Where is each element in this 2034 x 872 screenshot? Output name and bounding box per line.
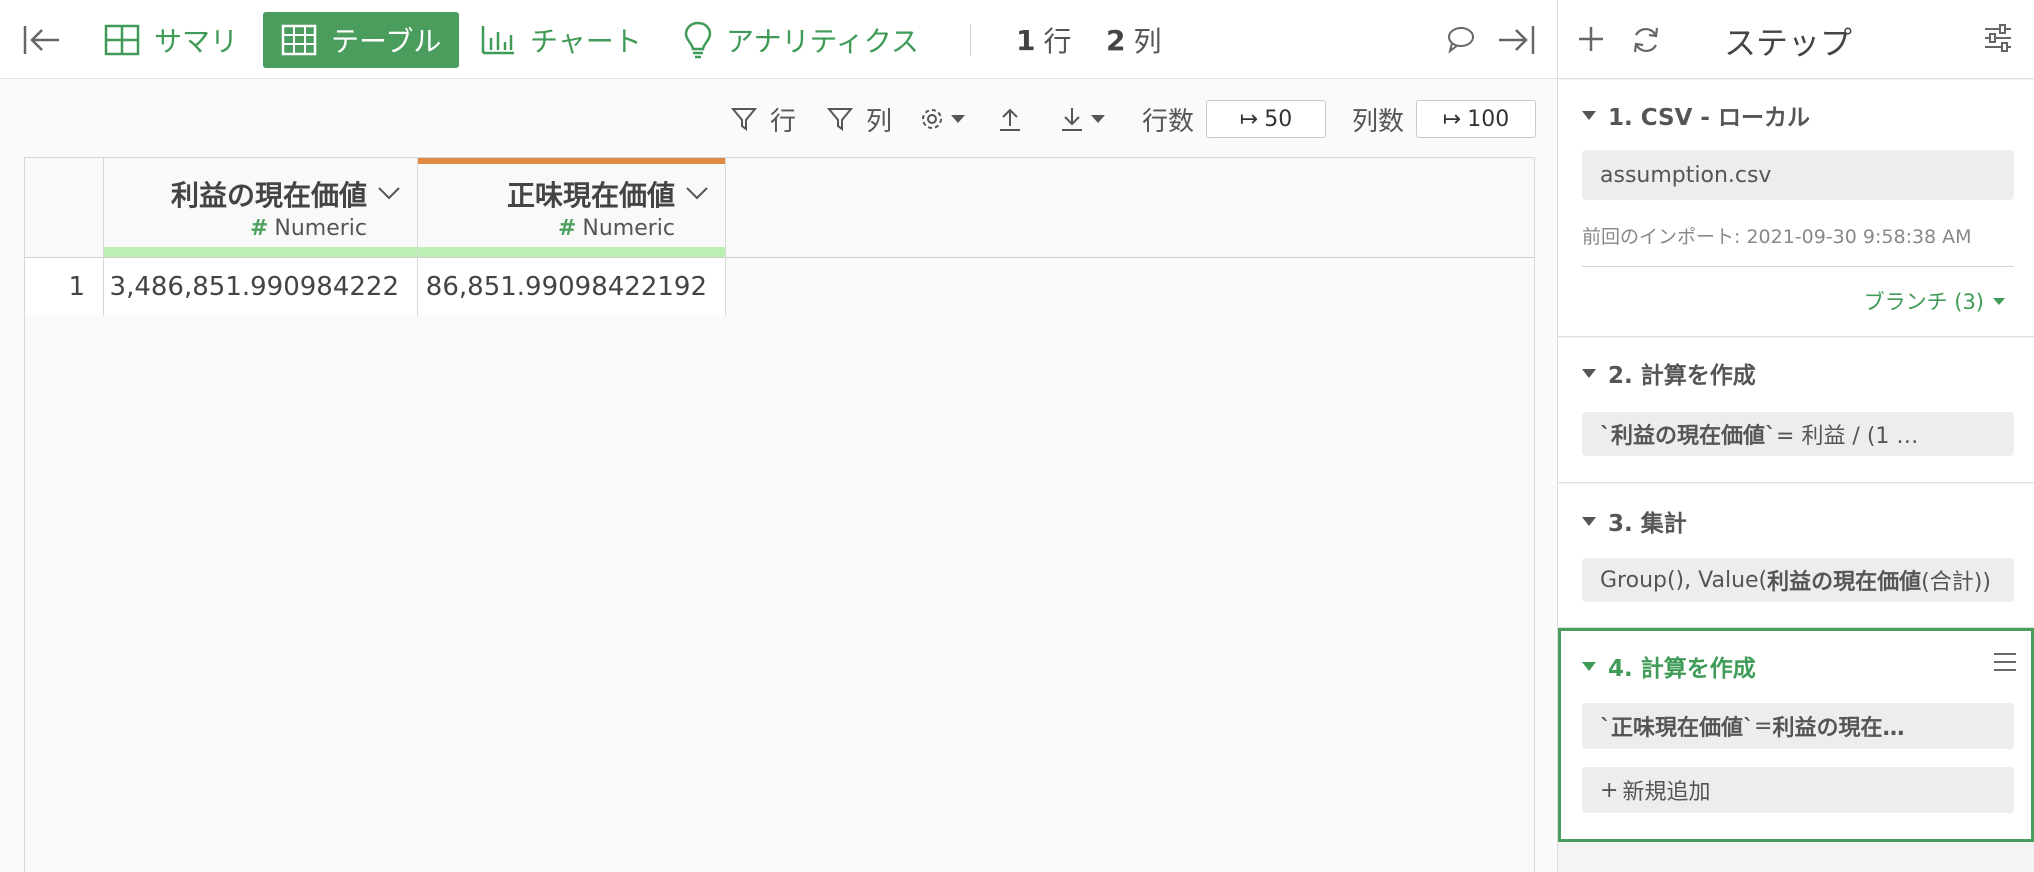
caret-down-icon [1091,115,1105,123]
column-name: 利益の現在価値 [170,179,367,212]
tab-summary-label: サマリ [154,25,239,58]
upload-icon [1000,108,1020,131]
column-name: 正味現在価値 [506,179,675,212]
data-table: 利益の現在価値 # Numeric 正味現在価値 # Numeric 1 3,486… [24,157,1535,872]
chevron-down-icon[interactable] [377,186,401,200]
top-toolbar: サマリ テーブル チャート アナリティクス 1行 2列 [0,0,1557,79]
rows-label: 行数 [1142,106,1195,137]
sliders-icon[interactable] [1982,22,2014,58]
add-new-button[interactable]: + 新規追加 [1582,767,2014,813]
range-arrow-icon: ↦ [1239,106,1259,132]
plus-icon[interactable] [1576,24,1606,58]
column-type: # Numeric [249,216,367,241]
numeric-hash-icon: # [557,216,577,241]
tab-chart-label: チャート [530,25,642,58]
hamburger-menu-icon[interactable] [1993,651,2017,677]
upload-button[interactable] [996,94,1024,144]
collapse-triangle-icon [1582,516,1596,526]
table-cell[interactable]: 3,486,851.990984222 [104,258,418,316]
summary-grid-icon [104,24,140,56]
table-cell[interactable]: 86,851.99098422192 [418,258,726,316]
branch-dropdown[interactable]: ブランチ (3) [1864,286,2006,316]
gear-icon [922,109,942,129]
aggregate-expression[interactable]: Group(), Value(利益の現在価値 (合計)) [1582,558,2014,602]
collapse-left-icon[interactable] [22,22,62,62]
step-aggregate[interactable]: 3. 集計 Group(), Value(利益の現在価値 (合計)) [1558,484,2034,628]
main-area: サマリ テーブル チャート アナリティクス 1行 2列 行 列 行数 ↦ 50 … [0,0,1557,872]
collapse-triangle-icon [1582,368,1596,378]
collapse-right-icon[interactable] [1496,22,1536,62]
row-index: 1 [25,258,104,316]
tab-table[interactable]: テーブル [263,12,460,68]
tab-summary[interactable]: サマリ [104,12,238,68]
plus-icon: + [1600,777,1619,803]
columns-label: 列数 [1352,106,1405,137]
chevron-down-icon[interactable] [685,186,709,200]
step-divider-line [1582,266,2014,267]
columns-limit-input[interactable]: ↦ 100 [1416,100,1536,138]
step-create-calculation-active[interactable]: 4. 計算を作成 `正味現在価値` = 利益の現在… + 新規追加 [1558,628,2034,842]
column-quality-bar [418,247,725,257]
lightbulb-icon [684,21,712,59]
step-title[interactable]: 2. 計算を作成 [1582,356,1756,390]
filter-column-button[interactable]: 列 [826,94,892,144]
filter-icon [826,108,854,131]
steps-title: ステップ [1724,24,1853,62]
filter-icon [730,108,758,131]
table-icon [281,24,317,56]
last-import-time: 前回のインポート: 2021-09-30 9:58:38 AM [1582,226,1972,248]
step-csv-local[interactable]: 1. CSV - ローカル assumption.csv 前回のインポート: 2… [1558,80,2034,337]
tab-analytics[interactable]: アナリティクス [684,12,919,68]
download-icon [1062,108,1082,131]
toolbar-separator [970,24,971,56]
refresh-icon[interactable] [1630,24,1662,60]
step-title[interactable]: 3. 集計 [1582,504,1687,538]
tab-table-label: テーブル [331,25,442,58]
steps-panel: ステップ 1. CSV - ローカル assumption.csv 前回のインポ… [1558,0,2034,872]
column-quality-bar [104,247,417,257]
selected-column-indicator [418,158,725,164]
range-arrow-icon: ↦ [1442,106,1462,132]
step-title[interactable]: 1. CSV - ローカル [1582,98,1810,132]
column-header[interactable]: 利益の現在価値 # Numeric [104,158,418,257]
table-row: 1 3,486,851.990984222 86,851.99098422192 [25,258,726,316]
tab-chart[interactable]: チャート [480,12,642,68]
table-header-row: 利益の現在価値 # Numeric 正味現在価値 # Numeric [25,158,1534,258]
caret-down-icon [951,115,965,123]
row-index-header [25,158,104,257]
row-count: 1行 [1016,23,1072,59]
filter-row-button[interactable]: 行 [730,94,796,144]
step-create-calculation[interactable]: 2. 計算を作成 `利益の現在価値` = 利益 / (1 … [1558,338,2034,483]
collapse-triangle-icon [1582,110,1596,120]
settings-menu-button[interactable] [918,94,966,144]
steps-panel-header: ステップ [1558,0,2034,79]
column-type: # Numeric [557,216,675,241]
comment-icon[interactable] [1446,24,1476,58]
calculation-expression[interactable]: `利益の現在価値` = 利益 / (1 … [1582,412,2014,456]
download-menu-button[interactable] [1058,94,1106,144]
column-count: 2列 [1106,23,1162,59]
rows-limit-input[interactable]: ↦ 50 [1206,100,1326,138]
numeric-hash-icon: # [249,216,269,241]
column-header[interactable]: 正味現在価値 # Numeric [418,158,726,257]
source-file-chip[interactable]: assumption.csv [1582,150,2014,200]
calculation-expression[interactable]: `正味現在価値` = 利益の現在… [1582,703,2014,749]
caret-down-icon [1993,297,2005,305]
collapse-triangle-icon [1582,661,1596,671]
step-title[interactable]: 4. 計算を作成 [1582,649,1756,683]
tab-analytics-label: アナリティクス [726,25,919,58]
bar-chart-icon [481,26,514,55]
